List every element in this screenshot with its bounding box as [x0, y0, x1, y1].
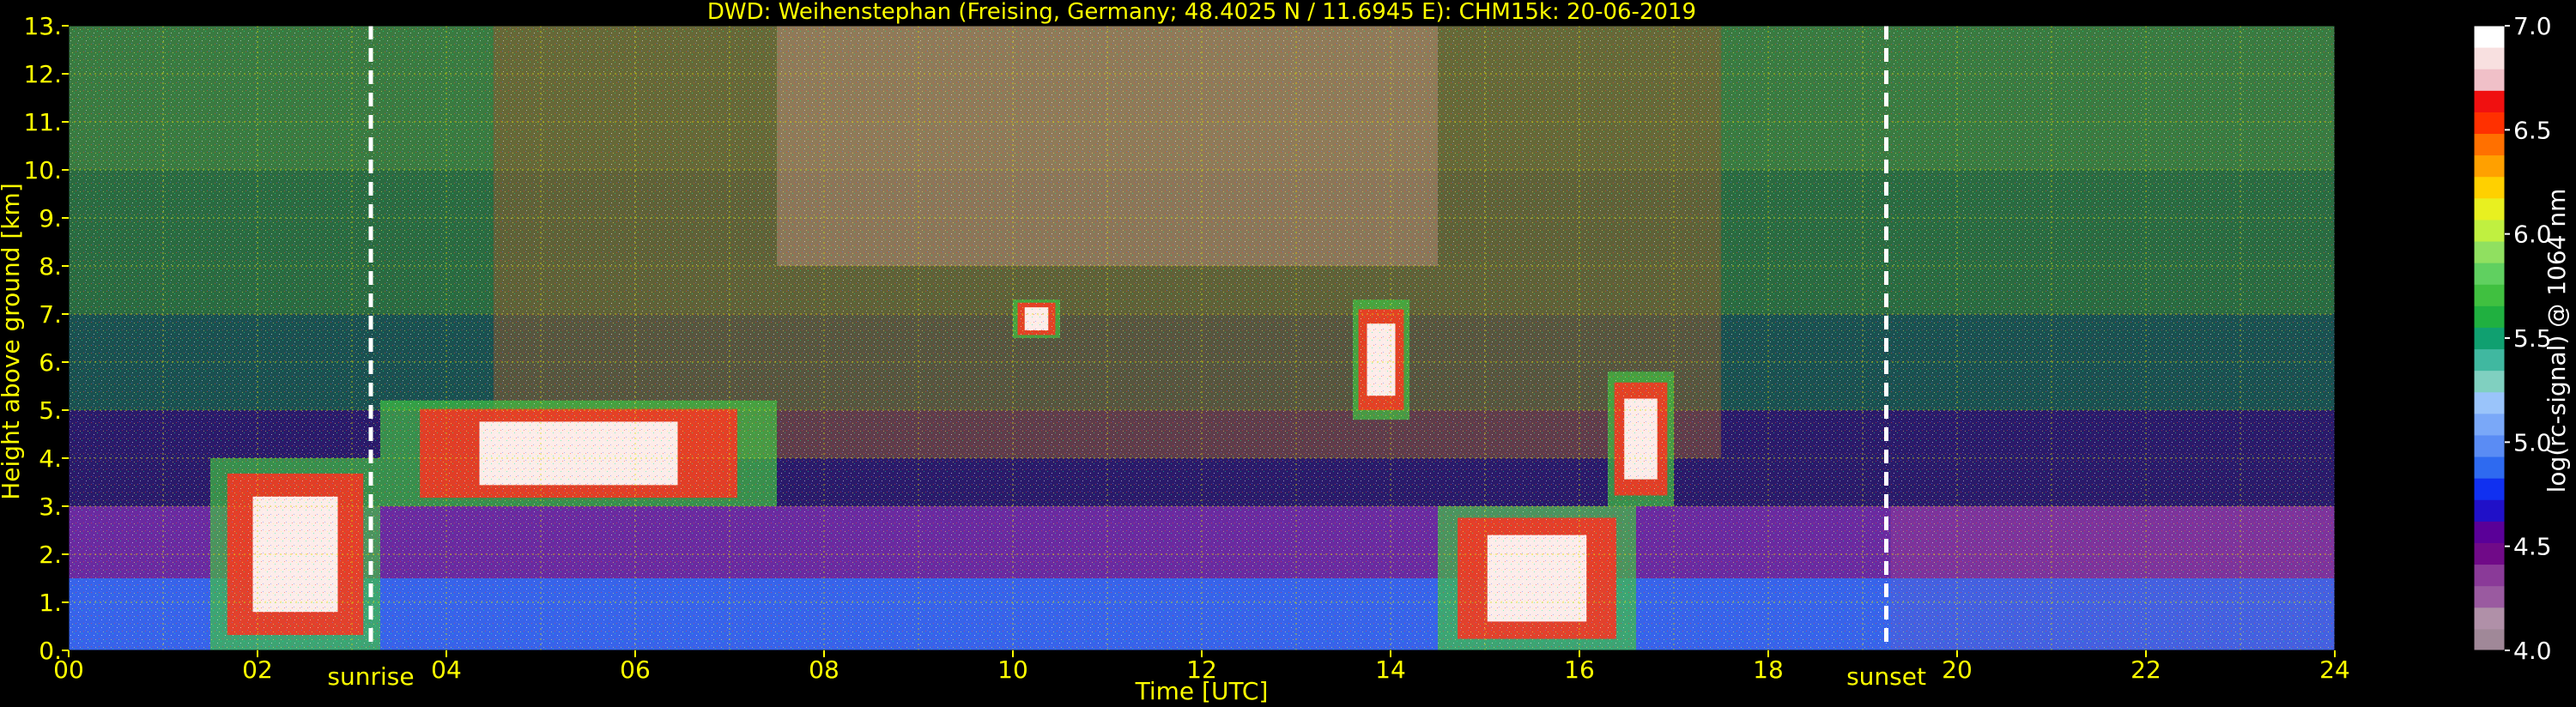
y-tick-label-6: 6.: [39, 348, 62, 377]
colorbar-tick-label-6.5: 6.5: [2513, 116, 2552, 144]
y-tick-label-4: 4.: [39, 444, 62, 473]
y-tick-label-13: 13.: [23, 12, 62, 40]
colorbar-segment-7: [2474, 478, 2505, 500]
colorbar-segment-3: [2474, 564, 2505, 587]
colorbar-segment-25: [2474, 90, 2505, 112]
y-tick-label-2: 2.: [39, 541, 62, 569]
x-axis-label: Time [UTC]: [1135, 677, 1269, 705]
colorbar: [2473, 25, 2506, 651]
colorbar-segment-9: [2474, 434, 2505, 457]
lidar-quicklook: sunrise sunset 00 02 04 06 08 10 12 14 16 18 20 22 24…: [0, 0, 2571, 705]
colorbar-segment-2: [2474, 585, 2505, 608]
marker-label-sunset: sunset: [1846, 662, 1926, 691]
y-tick-label-10: 10.: [23, 156, 62, 184]
x-tick-label-14: 14: [1375, 656, 1406, 684]
colorbar-tick-label-4.0: 4.0: [2513, 637, 2552, 665]
x-tick-label-18: 18: [1753, 656, 1784, 684]
y-tick-label-1: 1.: [39, 589, 62, 617]
y-tick-label-5: 5.: [39, 396, 62, 425]
colorbar-segment-20: [2474, 197, 2505, 221]
colorbar-segment-27: [2474, 47, 2505, 69]
x-tick-label-08: 08: [809, 656, 839, 684]
colorbar-segment-10: [2474, 413, 2505, 436]
colorbar-segment-22: [2474, 154, 2505, 178]
colorbar-segment-23: [2474, 133, 2505, 156]
colorbar-segment-14: [2474, 327, 2505, 350]
colorbar-segment-28: [2474, 26, 2505, 48]
x-tick-label-16: 16: [1564, 656, 1595, 684]
x-tick-label-10: 10: [997, 656, 1028, 684]
y-axis-ticks: 0. 1. 2. 3. 4. 5. 6. 7. 8. 9. 10. 11. 12. 13.: [23, 12, 69, 665]
colorbar-segment-15: [2474, 305, 2505, 328]
chart-title: DWD: Weihenstephan (Freising, Germany; 4…: [707, 0, 1696, 25]
x-tick-label-20: 20: [1942, 656, 1973, 684]
colorbar-segment-6: [2474, 499, 2505, 522]
colorbar-label: log(rc-signal) @ 1064 nm: [2543, 189, 2571, 493]
colorbar-segment-13: [2474, 348, 2505, 372]
x-tick-label-02: 02: [242, 656, 273, 684]
y-tick-label-9: 9.: [39, 204, 62, 233]
colorbar-segment-8: [2474, 456, 2505, 479]
colorbar-segment-4: [2474, 542, 2505, 565]
colorbar-segment-12: [2474, 370, 2505, 393]
colorbar-tick-label-7.0: 7.0: [2513, 12, 2552, 40]
colorbar-segment-18: [2474, 241, 2505, 263]
colorbar-segment-26: [2474, 69, 2505, 91]
colorbar-tick-label-4.5: 4.5: [2513, 533, 2552, 561]
marker-label-sunrise: sunrise: [327, 662, 414, 691]
y-tick-label-0: 0.: [39, 637, 62, 665]
colorbar-segment-5: [2474, 521, 2505, 543]
y-tick-label-7: 7.: [39, 300, 62, 329]
colorbar-segment-21: [2474, 176, 2505, 199]
colorbar-segment-16: [2474, 284, 2505, 306]
x-tick-label-06: 06: [620, 656, 651, 684]
x-tick-label-22: 22: [2131, 656, 2161, 684]
colorbar-segment-24: [2474, 112, 2505, 135]
y-tick-label-8: 8.: [39, 252, 62, 281]
colorbar-segment-19: [2474, 219, 2505, 242]
y-tick-label-12: 12.: [23, 60, 62, 88]
colorbar-segment-1: [2474, 607, 2505, 630]
colorbar-segment-0: [2474, 628, 2505, 651]
colorbar-segment-11: [2474, 391, 2505, 414]
x-tick-label-24: 24: [2319, 656, 2350, 684]
y-tick-label-11: 11.: [23, 108, 62, 136]
y-axis-label: Height above ground [km]: [0, 183, 25, 500]
x-tick-label-04: 04: [431, 656, 462, 684]
y-tick-label-3: 3.: [39, 492, 62, 521]
colorbar-segment-17: [2474, 263, 2505, 285]
